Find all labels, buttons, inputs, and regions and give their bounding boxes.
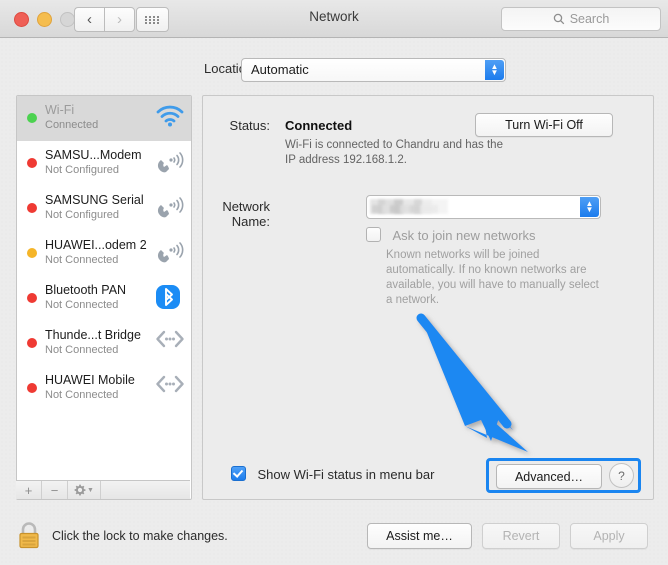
status-dot (27, 203, 37, 213)
service-item-0[interactable]: Wi-Fi Connected (17, 96, 191, 141)
service-name: Wi-Fi (45, 103, 75, 117)
service-icon (155, 149, 185, 177)
service-icon (155, 374, 185, 402)
status-dot (27, 158, 37, 168)
service-name: SAMSUNG Serial (45, 193, 144, 207)
service-icon (155, 239, 185, 267)
location-row: Location: Automatic ▲ ▼ (0, 58, 668, 84)
search-icon (553, 13, 564, 25)
service-item-1[interactable]: SAMSU...Modem Not Configured (17, 141, 191, 186)
service-icon (155, 329, 185, 357)
chevron-updown-icon: ▲ ▼ (580, 197, 599, 217)
ask-to-join-checkbox[interactable]: Ask to join new networks (366, 227, 536, 245)
ask-to-join-label: Ask to join new networks (392, 228, 536, 243)
service-status: Not Configured (45, 164, 119, 176)
service-item-3[interactable]: HUAWEI...odem 2 Not Connected (17, 231, 191, 276)
add-service-button[interactable]: + (16, 481, 42, 499)
checkbox-box-checked (231, 466, 246, 481)
service-item-5[interactable]: Thunde...t Bridge Not Connected (17, 321, 191, 366)
lock-closed-icon[interactable] (16, 520, 42, 550)
advanced-button[interactable]: Advanced… (496, 464, 602, 489)
service-name: Bluetooth PAN (45, 283, 127, 297)
service-status: Not Connected (45, 389, 119, 401)
modem-icon (157, 197, 184, 218)
service-status: Connected (45, 119, 99, 131)
ask-to-join-help-text: Known networks will be joined automatica… (386, 249, 599, 306)
service-status: Not Connected (45, 344, 119, 356)
service-list[interactable]: Wi-Fi Connected SAMSU...Modem Not Configure… (16, 95, 192, 500)
service-list-toolbar: + − ▼ (16, 480, 190, 499)
location-value: Automatic (251, 62, 309, 77)
apply-button: Apply (570, 523, 648, 549)
service-status: Not Connected (45, 254, 119, 266)
service-name: HUAWEI Mobile (45, 373, 135, 387)
service-item-2[interactable]: SAMSUNG Serial Not Configured (17, 186, 191, 231)
title-bar: ‹ › Network Search (0, 0, 668, 38)
assist-me-button[interactable]: Assist me… (367, 523, 472, 549)
service-status: Not Connected (45, 299, 119, 311)
service-item-4[interactable]: Bluetooth PAN Not Connected (17, 276, 191, 321)
chevron-updown-icon: ▲ ▼ (485, 60, 504, 80)
status-dot (27, 338, 37, 348)
modem-icon (157, 152, 184, 173)
lock-hint-text: Click the lock to make changes. (52, 529, 228, 543)
service-name: SAMSU...Modem (45, 148, 142, 162)
help-button[interactable]: ? (609, 463, 634, 488)
bridge-icon (156, 330, 184, 348)
status-dot (27, 113, 37, 123)
status-dot (27, 383, 37, 393)
service-name: Thunde...t Bridge (45, 328, 141, 342)
revert-button: Revert (482, 523, 560, 549)
wifi-settings-panel: Status: Connected Wi-Fi is connected to … (202, 95, 654, 500)
service-icon (155, 284, 185, 312)
show-wifi-status-checkbox[interactable]: Show Wi-Fi status in menu bar (231, 466, 434, 484)
chevron-down-icon: ▼ (87, 486, 94, 494)
status-label: Status: (229, 118, 270, 133)
bridge-icon (156, 375, 184, 393)
service-icon (155, 194, 185, 222)
window-footer: Click the lock to make changes. Assist m… (0, 505, 668, 565)
search-placeholder: Search (569, 12, 610, 26)
status-description: Wi-Fi is connected to Chandru and has th… (285, 139, 503, 166)
service-icon (155, 104, 185, 132)
service-item-6[interactable]: HUAWEI Mobile Not Connected (17, 366, 191, 411)
network-name-select[interactable]: ▲ ▼ (366, 195, 601, 219)
search-input[interactable]: Search (501, 7, 661, 31)
show-wifi-status-label: Show Wi-Fi status in menu bar (257, 467, 435, 482)
location-select[interactable]: Automatic ▲ ▼ (241, 58, 506, 82)
bluetooth-icon (156, 285, 180, 309)
service-name: HUAWEI...odem 2 (45, 238, 147, 252)
status-value: Connected (285, 118, 353, 133)
network-name-label: Network Name: (222, 199, 270, 229)
wifi-icon (156, 105, 184, 127)
network-preferences-window: ‹ › Network Search Location: Automatic ▲… (0, 0, 668, 565)
network-name-redacted-2 (372, 205, 438, 213)
gear-icon (74, 484, 86, 496)
service-actions-button[interactable]: ▼ (68, 481, 101, 499)
turn-wifi-off-button[interactable]: Turn Wi-Fi Off (475, 113, 613, 137)
service-status: Not Configured (45, 209, 119, 221)
status-dot (27, 248, 37, 258)
remove-service-button[interactable]: − (42, 481, 68, 499)
checkbox-box (366, 227, 381, 242)
modem-icon (157, 242, 184, 263)
status-dot (27, 293, 37, 303)
